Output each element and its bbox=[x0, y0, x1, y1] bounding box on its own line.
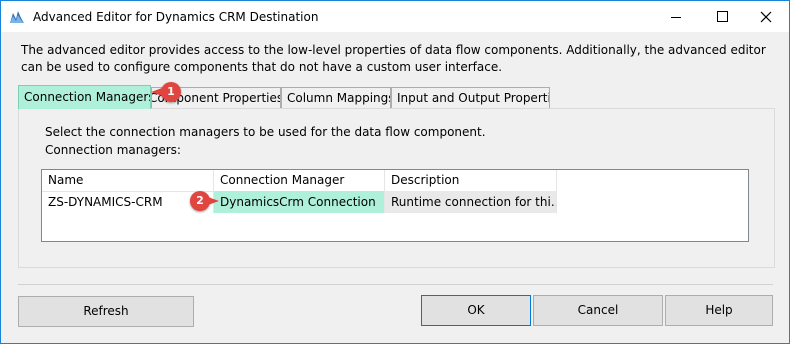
maximize-button[interactable] bbox=[699, 1, 745, 32]
connection-managers-grid[interactable]: Name Connection Manager Description ZS-D… bbox=[41, 169, 749, 242]
refresh-button[interactable]: Refresh bbox=[18, 296, 194, 327]
tab-label: Connection Managers bbox=[24, 90, 151, 104]
panel-instruction: Select the connection managers to be use… bbox=[45, 125, 486, 139]
callout-badge-1: 1 bbox=[161, 82, 181, 102]
close-icon bbox=[760, 11, 772, 23]
column-header-description[interactable]: Description bbox=[385, 170, 557, 191]
callout-badge-2: 2 bbox=[190, 191, 210, 211]
tab-input-output-properties[interactable]: Input and Output Properties bbox=[391, 87, 550, 108]
app-icon bbox=[10, 11, 24, 23]
tab-column-mappings[interactable]: Column Mappings bbox=[281, 87, 391, 108]
tab-connection-managers[interactable]: Connection Managers bbox=[18, 85, 151, 109]
advanced-editor-dialog: Advanced Editor for Dynamics CRM Destina… bbox=[0, 0, 790, 344]
separator bbox=[18, 284, 773, 285]
cancel-button[interactable]: Cancel bbox=[533, 295, 663, 326]
column-header-connection-manager[interactable]: Connection Manager bbox=[214, 170, 385, 191]
connection-managers-label: Connection managers: bbox=[45, 143, 181, 157]
grid-header: Name Connection Manager Description bbox=[42, 170, 557, 192]
help-button[interactable]: Help bbox=[665, 295, 773, 326]
cell-description[interactable]: Runtime connection for thi... bbox=[385, 191, 557, 213]
cell-name[interactable]: ZS-DYNAMICS-CRM bbox=[42, 191, 214, 213]
ok-button[interactable]: OK bbox=[421, 295, 531, 326]
title-bar[interactable]: Advanced Editor for Dynamics CRM Destina… bbox=[1, 1, 789, 32]
editor-description: The advanced editor provides access to t… bbox=[21, 43, 766, 74]
column-header-name[interactable]: Name bbox=[42, 170, 214, 191]
close-button[interactable] bbox=[743, 1, 789, 32]
minimize-button[interactable] bbox=[653, 1, 699, 32]
tab-label: Column Mappings bbox=[287, 91, 391, 105]
tab-label: Input and Output Properties bbox=[397, 91, 550, 105]
callout-pointer-2 bbox=[208, 197, 219, 205]
cell-connection-manager[interactable]: DynamicsCrm Connection bbox=[214, 191, 385, 213]
callout-pointer-1 bbox=[151, 88, 162, 96]
window-title: Advanced Editor for Dynamics CRM Destina… bbox=[33, 10, 319, 24]
